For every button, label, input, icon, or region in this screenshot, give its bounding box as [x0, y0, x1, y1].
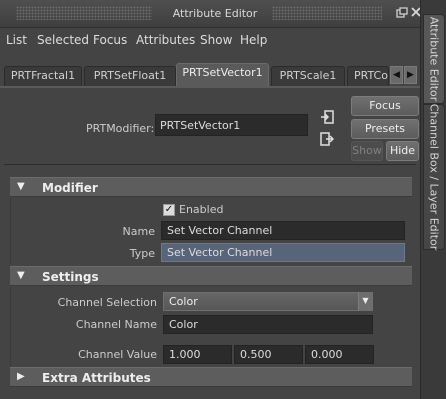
float-window-icon[interactable]	[396, 7, 408, 19]
enabled-checkbox[interactable]: ✓	[163, 204, 175, 216]
triangle-down-icon: ▼	[17, 270, 25, 281]
title-bar[interactable]: Attribute Editor	[0, 0, 421, 28]
channel-value-x-field[interactable]: 1.000	[163, 345, 232, 364]
settings-section-body: Channel Selection Color ▼ Channel Name C…	[10, 287, 412, 366]
name-label: Name	[122, 225, 155, 238]
menu-attributes[interactable]: Attributes	[136, 33, 195, 47]
modifier-section-title: Modifier	[42, 181, 98, 195]
channel-selection-value: Color	[169, 295, 198, 308]
side-tab-channel-box[interactable]: Channel Box / Layer Editor	[423, 104, 445, 250]
node-name-field[interactable]: PRTSetVector1	[155, 114, 308, 136]
side-tab-attribute-editor-label: Attribute Editor	[427, 16, 441, 102]
presets-button[interactable]: Presets	[351, 119, 419, 139]
channel-value-z-field[interactable]: 0.000	[305, 345, 374, 364]
tab-prtco[interactable]: PRTCo	[347, 66, 389, 86]
menu-show[interactable]: Show	[200, 33, 232, 47]
side-tab-strip: Attribute Editor Channel Box / Layer Edi…	[420, 0, 446, 399]
channel-value-label: Channel Value	[78, 348, 157, 361]
tab-prtsetvector1[interactable]: PRTSetVector1	[176, 63, 269, 86]
node-type-label: PRTModifier:	[86, 122, 155, 135]
chevron-down-icon: ▼	[358, 292, 372, 311]
chevron-left-icon[interactable]: ◀	[390, 66, 403, 84]
header-separator	[4, 164, 416, 165]
focus-button[interactable]: Focus	[351, 96, 419, 116]
type-label: Type	[129, 247, 155, 260]
menu-selected[interactable]: Selected	[37, 33, 89, 47]
node-tab-strip: PRTFractal1 PRTSetFloat1 PRTSetVector1 P…	[0, 62, 420, 86]
settings-section-header[interactable]: ▼ Settings	[10, 266, 412, 286]
name-field[interactable]: Set Vector Channel	[161, 221, 405, 240]
side-tab-channel-box-label: Channel Box / Layer Editor	[427, 103, 441, 251]
title-grip-left	[16, 6, 152, 20]
tab-prtscale1[interactable]: PRTScale1	[271, 66, 345, 86]
title-grip-right	[272, 6, 382, 20]
channel-name-label: Channel Name	[75, 318, 157, 331]
input-connection-icon[interactable]	[320, 110, 334, 124]
window-title: Attribute Editor	[172, 7, 258, 20]
show-button[interactable]: Show	[351, 141, 383, 161]
node-header: PRTModifier: PRTSetVector1 Focus Presets…	[0, 88, 420, 164]
enabled-label: Enabled	[179, 203, 224, 216]
channel-name-field[interactable]: Color	[163, 315, 373, 334]
channel-selection-label: Channel Selection	[57, 296, 157, 309]
hide-button[interactable]: Hide	[386, 141, 419, 161]
checkmark-icon: ✓	[164, 204, 174, 215]
tab-prtfractal1[interactable]: PRTFractal1	[4, 66, 82, 86]
chevron-right-icon[interactable]: ▶	[404, 66, 417, 84]
extra-attributes-section-title: Extra Attributes	[42, 371, 151, 385]
triangle-right-icon: ▶	[17, 371, 25, 382]
menu-focus[interactable]: Focus	[93, 33, 127, 47]
channel-value-y-field[interactable]: 0.500	[234, 345, 303, 364]
menu-bar: List Selected Focus Attributes Show Help	[0, 28, 420, 52]
menu-list[interactable]: List	[6, 33, 27, 47]
output-connection-icon[interactable]	[320, 132, 335, 146]
channel-selection-dropdown[interactable]: Color ▼	[163, 292, 373, 311]
settings-section-title: Settings	[42, 270, 99, 284]
triangle-down-icon: ▼	[17, 181, 25, 192]
tab-prtsetfloat1[interactable]: PRTSetFloat1	[84, 66, 176, 86]
side-tab-attribute-editor[interactable]: Attribute Editor	[423, 14, 445, 104]
modifier-section-body: ✓ Enabled Name Set Vector Channel Type S…	[10, 198, 412, 264]
menu-help[interactable]: Help	[240, 33, 267, 47]
modifier-section-header[interactable]: ▼ Modifier	[10, 177, 412, 197]
extra-attributes-section-header[interactable]: ▶ Extra Attributes	[10, 367, 412, 387]
type-field: Set Vector Channel	[161, 243, 405, 262]
